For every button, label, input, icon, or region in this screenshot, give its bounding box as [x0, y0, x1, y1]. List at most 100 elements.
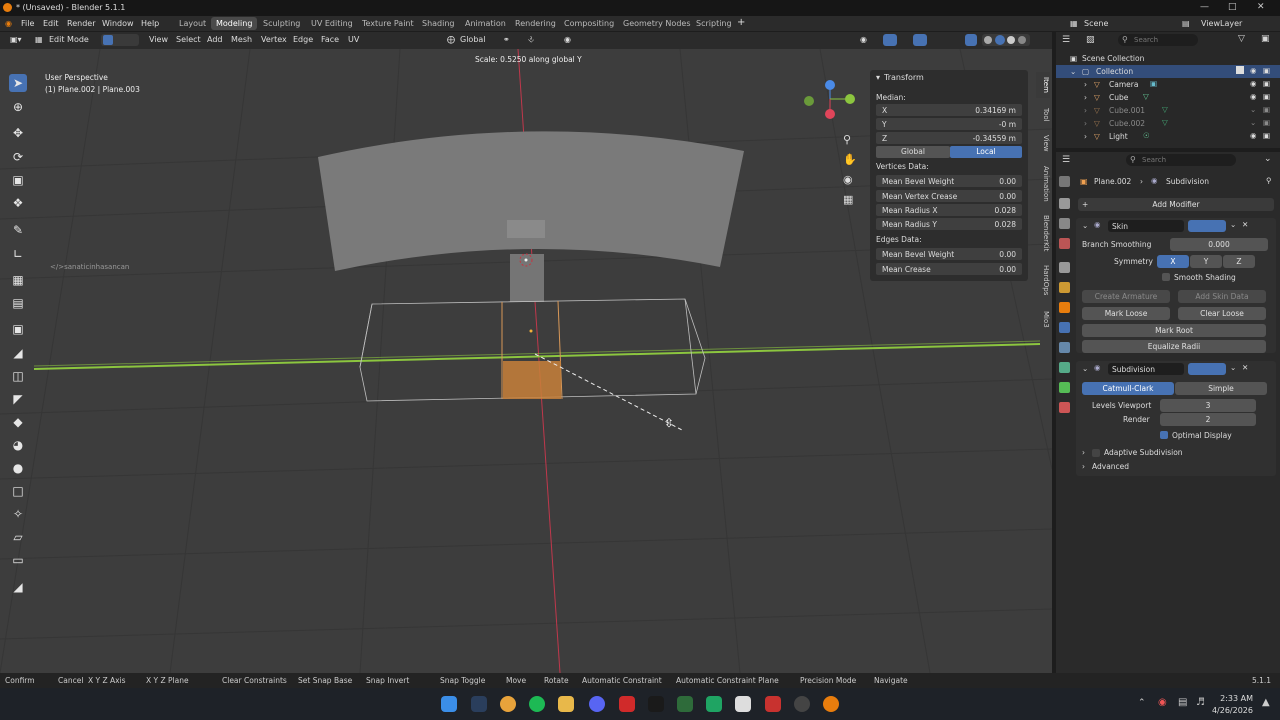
catmull-clark-button[interactable]: Catmull-Clark: [1082, 382, 1174, 395]
maximize-icon[interactable]: □: [1228, 2, 1237, 12]
subdivision-name-field[interactable]: Subdivision: [1108, 363, 1184, 375]
windows-start-icon[interactable]: [441, 696, 457, 712]
pan-hand-icon[interactable]: ✋: [843, 153, 857, 166]
volume-icon[interactable]: ♬: [1196, 697, 1205, 708]
spin-tool-icon[interactable]: ◕: [9, 436, 27, 454]
median-x-field[interactable]: X 0.34169 m: [876, 104, 1022, 116]
rotate-tool-icon[interactable]: ⟳: [9, 148, 27, 166]
menu-edge[interactable]: Edge: [293, 35, 313, 44]
properties-search[interactable]: ⚲ Search: [1126, 154, 1236, 166]
solid-shading-icon[interactable]: [995, 35, 1005, 45]
smooth-shading-checkbox[interactable]: [1162, 273, 1170, 281]
skin-visibility-toggles[interactable]: [1188, 220, 1226, 232]
render-properties-icon[interactable]: [1059, 198, 1070, 209]
mean-radius-x-field[interactable]: Mean Radius X 0.028: [876, 204, 1022, 216]
pin-icon[interactable]: ⚲: [1266, 176, 1272, 185]
visibility-eye-icon[interactable]: ◉: [1250, 66, 1257, 75]
tab-texture-paint[interactable]: Texture Paint: [357, 17, 419, 30]
expand-chevron-icon[interactable]: ›: [1084, 93, 1087, 102]
close-icon[interactable]: ✕: [1257, 2, 1265, 12]
epic-games-icon[interactable]: [735, 696, 751, 712]
rendered-shading-icon[interactable]: [1018, 36, 1026, 44]
outliner-row-light[interactable]: › ▽ Light ☉ ◉ ▣: [1056, 130, 1280, 143]
menu-vertex[interactable]: Vertex: [261, 35, 287, 44]
view-layer-name[interactable]: ViewLayer: [1201, 19, 1242, 28]
navigation-gizmo[interactable]: [800, 77, 864, 123]
properties-type-icon[interactable]: ☰: [1062, 155, 1070, 165]
subdivision-visibility-toggles[interactable]: [1188, 363, 1226, 375]
material-properties-icon[interactable]: [1059, 402, 1070, 413]
levels-viewport-field[interactable]: 3: [1160, 399, 1256, 412]
dropdown-chevron-icon[interactable]: ⌄: [1230, 363, 1236, 372]
tray-chevron-icon[interactable]: ⌃: [1138, 698, 1146, 708]
menu-file[interactable]: File: [21, 19, 34, 28]
gizmo-toggle-icon[interactable]: [883, 34, 897, 46]
select-mode-group[interactable]: [101, 34, 139, 46]
remove-modifier-icon[interactable]: ✕: [1242, 220, 1248, 229]
outliner-row-cube-002[interactable]: › ▽ Cube.002 ▽ ⌄ ▣: [1056, 117, 1280, 130]
blender-taskbar-icon[interactable]: [823, 696, 839, 712]
annotate-tool-icon[interactable]: ✎: [9, 221, 27, 239]
collapse-chevron-icon[interactable]: ⌄: [1082, 364, 1088, 373]
blender-menu-icon[interactable]: ◉: [5, 19, 12, 28]
collapse-chevron-icon[interactable]: ▾: [876, 73, 880, 82]
tab-layout[interactable]: Layout: [174, 17, 211, 30]
global-button[interactable]: Global: [876, 146, 950, 158]
view-layer-properties-icon[interactable]: [1059, 238, 1070, 249]
shrink-fatten-tool-icon[interactable]: ✧: [9, 505, 27, 523]
menu-render[interactable]: Render: [67, 19, 95, 28]
data-properties-icon[interactable]: [1059, 382, 1070, 393]
wireframe-shading-icon[interactable]: [984, 36, 992, 44]
snap-icon[interactable]: ⎀: [528, 35, 534, 45]
file-explorer-icon[interactable]: [558, 696, 574, 712]
outliner-row-camera[interactable]: › ▽ Camera ▣ ◉ ▣: [1056, 78, 1280, 91]
outliner-row-collection[interactable]: ⌄ ▢ Collection ◉ ▣: [1056, 65, 1280, 78]
menu-add[interactable]: Add: [207, 35, 223, 44]
app-red2-icon[interactable]: [765, 696, 781, 712]
visibility-eye-icon[interactable]: ◉: [1250, 92, 1257, 101]
spotify-icon[interactable]: [529, 696, 545, 712]
custom-tool-icon[interactable]: ◢: [9, 578, 27, 596]
tab-geometry-nodes[interactable]: Geometry Nodes: [618, 17, 695, 30]
expand-chevron-icon[interactable]: ›: [1084, 106, 1087, 115]
editor-type-icon[interactable]: ▣▾: [10, 35, 22, 44]
menu-face[interactable]: Face: [321, 35, 339, 44]
scene-name[interactable]: Scene: [1084, 19, 1108, 28]
menu-window[interactable]: Window: [102, 19, 134, 28]
tab-shading[interactable]: Shading: [417, 17, 460, 30]
shear-tool-icon[interactable]: ▱: [9, 528, 27, 546]
tab-animation[interactable]: Animation: [1036, 162, 1050, 206]
tab-hardops[interactable]: HardOps: [1036, 262, 1050, 298]
add-skin-data-button[interactable]: Add Skin Data: [1178, 290, 1266, 303]
curved-plane-mesh[interactable]: [318, 131, 744, 271]
simple-button[interactable]: Simple: [1175, 382, 1267, 395]
network-icon[interactable]: ▤: [1178, 697, 1187, 708]
zoom-icon[interactable]: ⚲: [843, 133, 851, 146]
adaptive-subdivision-checkbox[interactable]: [1092, 449, 1100, 457]
visibility-eye-icon[interactable]: ◉: [1250, 79, 1257, 88]
dropdown-chevron-icon[interactable]: ⌄: [1230, 220, 1236, 229]
clock-time[interactable]: 2:33 AM: [1217, 694, 1253, 703]
collapse-chevron-icon[interactable]: ⌄: [1082, 221, 1088, 230]
remove-modifier-icon[interactable]: ✕: [1242, 363, 1248, 372]
outliner-type-icon[interactable]: ☰: [1062, 35, 1070, 45]
app-gray-icon[interactable]: [794, 696, 810, 712]
extrude-tool-icon[interactable]: ▤: [9, 294, 27, 312]
knife-tool-icon[interactable]: ◤: [9, 390, 27, 408]
steam-icon[interactable]: [471, 696, 487, 712]
tab-scripting[interactable]: Scripting: [691, 17, 737, 30]
transform-tool-icon[interactable]: ❖: [9, 194, 27, 212]
xray-toggle-icon[interactable]: [965, 34, 977, 46]
tab-item[interactable]: Item: [1036, 72, 1050, 98]
scale-tool-icon[interactable]: ▣: [9, 171, 27, 189]
tab-modeling[interactable]: Modeling: [211, 17, 258, 30]
modifier-properties-icon[interactable]: [1059, 322, 1070, 333]
particles-properties-icon[interactable]: [1059, 342, 1070, 353]
world-properties-icon[interactable]: [1059, 282, 1070, 293]
output-properties-icon[interactable]: [1059, 218, 1070, 229]
app-store-icon[interactable]: [706, 696, 722, 712]
tab-view[interactable]: View: [1036, 130, 1050, 156]
perspective-toggle-icon[interactable]: ▦: [843, 193, 853, 206]
pivot-icon[interactable]: ⚭: [503, 35, 510, 44]
mean-radius-y-field[interactable]: Mean Radius Y 0.028: [876, 218, 1022, 230]
